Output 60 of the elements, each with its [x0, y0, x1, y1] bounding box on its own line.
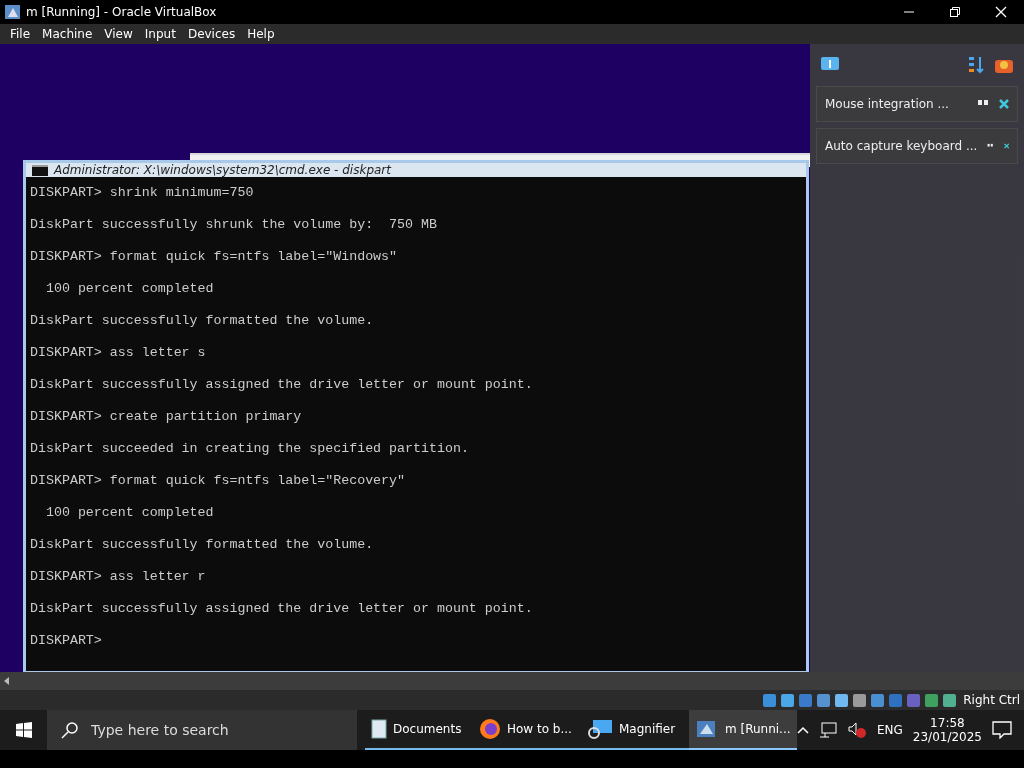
console-line: DISKPART> ass letter s — [30, 345, 206, 361]
search-bar[interactable]: Type here to search — [47, 710, 357, 750]
sort-icon[interactable] — [968, 56, 984, 74]
console-line: DiskPart successfully assigned the drive letter or mount point. — [30, 377, 533, 393]
clock[interactable]: 17:58 23/01/2025 — [912, 716, 982, 744]
browser-icon — [478, 718, 501, 740]
menu-item[interactable]: Machine — [36, 27, 99, 41]
menu-item[interactable]: Input — [138, 27, 182, 41]
console-line: DISKPART> ass letter r — [30, 569, 206, 585]
console-line: DISKPART> format quick fs=ntfs label="Recovery" — [30, 473, 406, 489]
magnifier-icon — [586, 718, 613, 740]
chevron-up-icon[interactable] — [796, 726, 809, 734]
console-line: DiskPart successfully assigned the drive letter or mount point. — [30, 601, 533, 617]
device-icon[interactable] — [942, 692, 958, 708]
console-line: 100 percent completed — [44, 281, 214, 297]
scroll-left-icon[interactable] — [4, 677, 10, 685]
device-icon[interactable] — [924, 692, 940, 708]
console-line: DiskPart successfully formatted the volume. — [30, 537, 374, 553]
console-line: 100 percent completed — [44, 505, 214, 521]
console-title: Administrator: X:\windows\system32\cmd.exe - diskpart — [54, 163, 391, 177]
taskbar-app[interactable]: How to b... — [472, 710, 581, 750]
window-title: m [Running] - Oracle VirtualBox — [26, 5, 218, 19]
taskbar-app[interactable]: Documents — [364, 710, 473, 750]
console-icon — [32, 164, 48, 176]
device-icon[interactable] — [852, 692, 868, 708]
document-icon — [370, 719, 387, 739]
notification-icon[interactable] — [992, 721, 1012, 739]
volume-muted-icon[interactable] — [846, 721, 867, 739]
windows-logo-icon[interactable] — [15, 722, 32, 738]
search-icon — [61, 721, 80, 739]
console-line: DiskPart successfully formatted the volume. — [30, 313, 374, 329]
console-line: DISKPART> shrink minimum=750 — [30, 185, 254, 201]
device-icon[interactable] — [762, 692, 778, 708]
device-icon[interactable] — [780, 692, 796, 708]
console-line: DiskPart succeeded in creating the specified partition. — [30, 441, 469, 457]
console-line: DISKPART> create partition primary — [30, 409, 302, 425]
console-line: DISKPART> format quick fs=ntfs label="Windows" — [30, 249, 398, 265]
notification-text: Auto capture keyboard ... — [825, 139, 978, 153]
menu-item[interactable]: Devices — [181, 27, 242, 41]
network-icon[interactable] — [818, 722, 837, 738]
device-icon[interactable] — [816, 692, 832, 708]
horizontal-scrollbar[interactable] — [0, 672, 1024, 690]
taskbar-app[interactable]: Magnifier — [580, 710, 689, 750]
menu-item[interactable]: Help — [241, 27, 281, 41]
restore-icon[interactable] — [950, 7, 960, 17]
device-icon[interactable] — [834, 692, 850, 708]
taskbar-app[interactable]: m [Runni... — [688, 710, 797, 750]
notification-text: Mouse integration ... — [825, 97, 950, 111]
search-field[interactable]: Type here to search — [89, 721, 354, 739]
console-line: DiskPart successfully shrunk the volume by: 750 MB — [30, 217, 437, 233]
language-indicator[interactable]: ENG — [876, 723, 903, 737]
device-icon[interactable] — [906, 692, 922, 708]
host-key-label: Right Ctrl — [963, 693, 1020, 707]
device-icon[interactable] — [798, 692, 814, 708]
device-icon[interactable] — [870, 692, 886, 708]
menu-item[interactable]: File — [4, 27, 37, 41]
console-line: DISKPART> — [30, 633, 102, 649]
device-icon[interactable] — [888, 692, 904, 708]
menu-item[interactable]: View — [98, 27, 139, 41]
virtualbox-icon — [4, 3, 22, 21]
